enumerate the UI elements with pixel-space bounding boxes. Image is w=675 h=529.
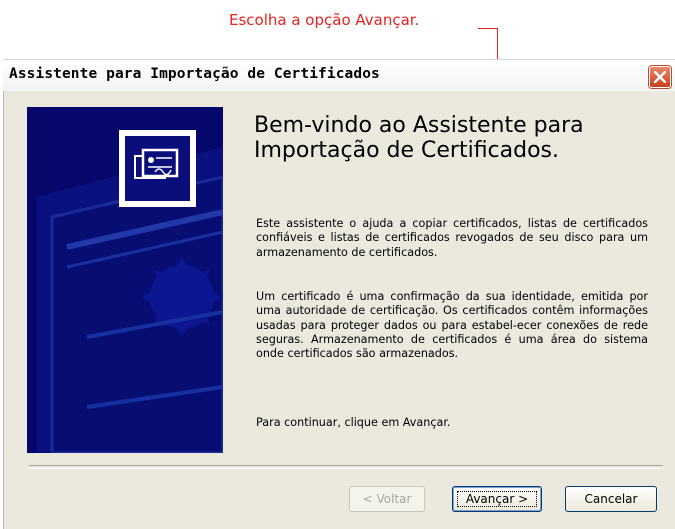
wizard-heading: Bem-vindo ao Assistente para Importação … <box>254 113 654 163</box>
wizard-heading-line2: Importação de Certificados. <box>254 138 560 163</box>
button-separator <box>29 465 663 469</box>
intro-paragraph: Este assistente o ajuda a copiar certifi… <box>256 217 648 259</box>
wizard-side-graphic <box>27 107 223 453</box>
wizard-heading-line1: Bem-vindo ao Assistente para <box>254 113 584 138</box>
certificate-description-paragraph: Um certificado é uma confirmação da sua … <box>256 290 648 361</box>
close-icon <box>654 71 666 83</box>
wizard-body: Bem-vindo ao Assistente para Importação … <box>3 91 675 529</box>
certificate-icon-frame <box>119 130 196 207</box>
callout-text: Escolha a opção Avançar. <box>229 11 420 29</box>
certificate-icon <box>125 136 190 201</box>
back-button[interactable]: < Voltar <box>349 486 425 512</box>
continue-instruction: Para continuar, clique em Avançar. <box>256 416 451 429</box>
cancel-button[interactable]: Cancelar <box>565 486 657 512</box>
certificate-import-wizard-window: Assistente para Importação de Certificad… <box>3 59 675 529</box>
title-bar[interactable]: Assistente para Importação de Certificad… <box>3 59 675 91</box>
next-button-label: Avançar > <box>465 492 529 506</box>
close-button[interactable] <box>649 66 671 88</box>
next-button[interactable]: Avançar > <box>452 486 542 512</box>
callout-line <box>478 28 498 29</box>
window-title: Assistente para Importação de Certificad… <box>9 66 380 82</box>
